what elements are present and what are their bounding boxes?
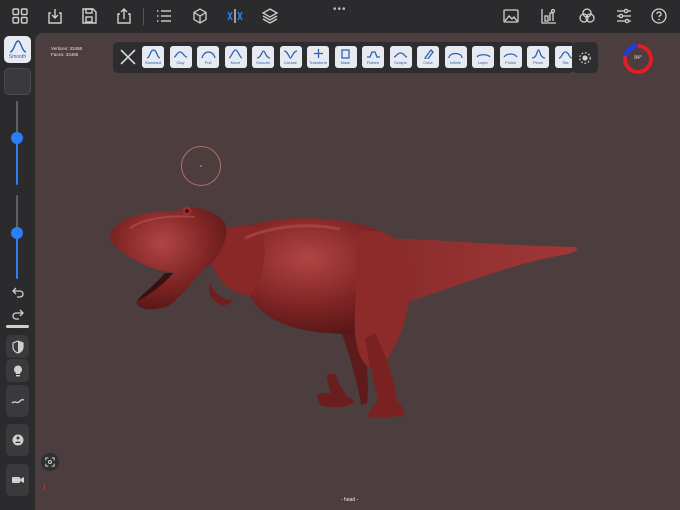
intensity-slider-knob[interactable] [11, 226, 23, 239]
tool-inflate[interactable]: Inflate [444, 46, 467, 68]
left-sidebar: Smooth [0, 33, 35, 510]
tool-label: Transform [308, 60, 328, 65]
top-toolbar: ••• [0, 0, 680, 33]
settings-sliders-icon[interactable] [613, 5, 635, 27]
tool-crease[interactable]: Crease [279, 46, 302, 68]
tool-clay[interactable]: Clay [169, 46, 192, 68]
layers-icon[interactable] [259, 5, 281, 27]
radius-slider-knob[interactable] [11, 131, 23, 144]
tool-polish[interactable]: Polish [499, 46, 522, 68]
tool-label: Scrape [394, 60, 407, 65]
pull-icon [200, 51, 216, 59]
scrape-icon [393, 52, 408, 58]
tool-label: Standard [144, 60, 162, 65]
layer-icon [475, 54, 491, 58]
flatten-icon [366, 51, 380, 58]
stroke-icon[interactable] [6, 385, 29, 417]
tool-label: Layer [477, 60, 488, 65]
clay-icon [173, 51, 188, 58]
sidebar-divider [6, 325, 29, 328]
gauge-label: 84° [634, 55, 642, 61]
video-icon[interactable] [6, 464, 29, 496]
import-icon[interactable] [44, 5, 66, 27]
viewport-3d[interactable]: Vertices: 33468 Faces: 33466 Standard Cla… [35, 33, 680, 510]
trex-model[interactable] [35, 33, 680, 510]
cube-icon[interactable] [189, 5, 211, 27]
tool-label: Clay [176, 60, 185, 65]
tool-standard[interactable]: Standard [142, 46, 164, 68]
faces-label: Faces: [51, 52, 65, 57]
frame-object-icon[interactable] [41, 453, 59, 471]
sta-icon [558, 51, 573, 59]
light-icon[interactable] [6, 359, 29, 382]
inflate-icon [448, 52, 463, 59]
sculpt-tool-strip: Standard Clay Pull Move Smooth Crease Transfor… [113, 42, 577, 73]
window-menu-dots[interactable]: ••• [333, 4, 347, 15]
transform-icon [313, 49, 323, 58]
tool-transform[interactable]: Transform [307, 46, 329, 68]
tool-label: Move [230, 60, 241, 65]
tool-move[interactable]: Move [224, 46, 247, 68]
share-icon[interactable] [113, 5, 135, 27]
tool-label: Inflate [450, 60, 461, 65]
move-icon [228, 49, 243, 59]
toolbar-divider [143, 8, 144, 25]
undo-icon[interactable] [6, 282, 29, 302]
active-tool-button[interactable]: Smooth [4, 36, 31, 63]
mask-icon [341, 49, 350, 59]
materials-icon[interactable] [576, 5, 598, 27]
vertices-value: 33468 [69, 46, 83, 51]
tool-label: Mask [340, 60, 351, 65]
close-tools-icon[interactable] [117, 46, 139, 68]
app-window: ••• Smooth Vertices: 33468 Faces: 33466 … [0, 0, 680, 510]
color-icon [423, 49, 434, 59]
sub-tool-icon[interactable] [6, 424, 29, 456]
tool-label: Flatten [366, 60, 380, 65]
tool-smooth[interactable]: Smooth [252, 46, 274, 68]
redo-icon[interactable] [6, 304, 29, 324]
tool-flatten[interactable]: Flatten [362, 46, 384, 68]
tool-color[interactable]: Color [417, 46, 439, 68]
tool-label: Polish [505, 60, 516, 65]
axis-gizmo [43, 483, 51, 493]
tool-label: Pinch [532, 60, 543, 65]
list-icon[interactable] [153, 5, 175, 27]
grid-icon[interactable] [9, 5, 31, 27]
background-image-icon[interactable] [500, 5, 522, 27]
intensity-slider-fill [16, 232, 18, 279]
object-name: - head - [341, 497, 359, 503]
help-icon[interactable] [648, 5, 670, 27]
tool-layer[interactable]: Layer [472, 46, 494, 68]
tool-settings-icon[interactable] [572, 42, 598, 73]
tool-mask[interactable]: Mask [334, 46, 357, 68]
crease-icon [283, 50, 298, 59]
mesh-stats: Vertices: 33468 Faces: 33466 [51, 46, 82, 58]
symmetry-icon[interactable] [224, 5, 246, 27]
brush-cursor-center [200, 165, 202, 167]
faces-value: 33466 [65, 52, 79, 57]
standard-icon [146, 49, 160, 59]
tool-pull[interactable]: Pull [197, 46, 219, 68]
tool-label: Color [423, 60, 433, 65]
tool-label: Pull [204, 60, 212, 65]
tool-label: Smooth [256, 60, 270, 65]
tool-pinch[interactable]: Pinch [527, 46, 549, 68]
active-tool-label: Smooth [8, 54, 27, 60]
scene-icon[interactable] [538, 5, 560, 27]
tool-label: Sta [562, 60, 569, 65]
smooth-icon [256, 50, 270, 59]
save-icon[interactable] [78, 5, 100, 27]
mask-icon[interactable] [6, 335, 29, 358]
radius-slider-fill [16, 137, 18, 185]
tool-slot-empty[interactable] [4, 68, 31, 95]
tool-scrape[interactable]: Scrape [389, 46, 412, 68]
polish-icon [503, 53, 518, 58]
tool-label: Crease [284, 60, 297, 65]
pinch-icon [531, 49, 545, 59]
vertices-label: Vertices: [51, 46, 69, 51]
smooth-icon [9, 40, 26, 53]
